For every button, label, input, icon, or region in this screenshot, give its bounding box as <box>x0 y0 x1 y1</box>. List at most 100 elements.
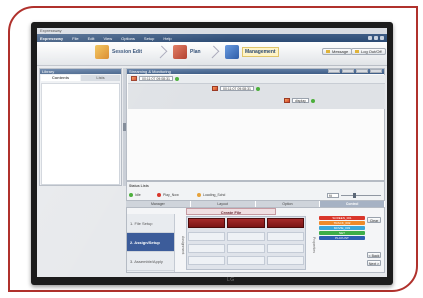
chevron-right-icon <box>206 45 220 59</box>
status-ok-icon <box>255 86 260 91</box>
toolbar-button[interactable] <box>328 69 340 73</box>
wizard-step-assign[interactable]: 2. Assign/Setup <box>127 233 174 252</box>
track-block[interactable] <box>188 218 226 228</box>
status-ok-icon <box>174 76 179 81</box>
step-label: Management <box>242 47 279 57</box>
step-label: Plan <box>190 49 201 55</box>
track-slot[interactable] <box>227 256 265 265</box>
player-icon <box>284 98 290 103</box>
content-chip[interactable]: SCREEN_001 <box>319 216 365 220</box>
player-icon <box>212 86 218 91</box>
empty-track-row <box>187 244 305 253</box>
menu-help[interactable]: Help <box>163 36 171 41</box>
empty-track-row <box>187 256 305 265</box>
track-slot[interactable] <box>266 232 304 241</box>
status-dot-icon <box>157 193 161 197</box>
toolbar-button[interactable] <box>370 69 382 73</box>
step-session-edit[interactable]: Session Edit <box>95 45 142 59</box>
track-block[interactable] <box>227 218 265 228</box>
wizard-step-file-setup[interactable]: 1. File Setup <box>127 214 174 233</box>
status-legend: Status Lists Idle Play_Now Loading_Schd … <box>126 181 385 201</box>
clear-button[interactable]: Clear <box>367 217 381 223</box>
toolbar-button[interactable] <box>342 69 354 73</box>
zoom-control: fit <box>327 193 381 198</box>
step-management[interactable]: Management <box>225 45 279 59</box>
content-chip[interactable]: MOVIE_003 <box>319 226 365 230</box>
logout-button[interactable]: Log Out/Off <box>351 48 386 55</box>
monitor-node[interactable]: 00:11:07 09:08:31 <box>131 76 179 81</box>
player-icon <box>131 76 137 81</box>
monitoring-toolbar <box>328 69 382 74</box>
step-plan[interactable]: Plan <box>173 45 201 59</box>
node-label: display <box>292 98 309 103</box>
logout-label: Log Out/Off <box>361 49 382 54</box>
legend-item: Loading_Schd <box>197 193 225 197</box>
film-reel-icon <box>95 45 109 59</box>
content-list[interactable] <box>41 83 120 185</box>
monitor-node[interactable]: display <box>284 98 315 103</box>
content-chip[interactable]: NET <box>319 231 365 235</box>
properties-label: Properties <box>312 237 316 253</box>
monitor-icon <box>225 45 239 59</box>
legend-title: Status Lists <box>129 184 149 188</box>
monitor-brand-logo: LG <box>227 277 235 283</box>
track-slot[interactable] <box>188 232 226 241</box>
wizard-steps: 1. File Setup 2. Assign/Setup 3. Assembl… <box>127 214 175 272</box>
zoom-select[interactable]: fit <box>327 193 339 198</box>
create-file-header: Create File <box>186 208 276 215</box>
content-chip[interactable]: PLAYLIST <box>319 236 365 240</box>
message-label: Message <box>332 49 349 54</box>
legend-label: Idle <box>135 193 141 197</box>
track-slot[interactable] <box>227 232 265 241</box>
menu-options[interactable]: Options <box>121 36 135 41</box>
node-label: 00:11:07 09:08:31 <box>139 76 173 81</box>
content-chip[interactable]: TRACK_002 <box>319 221 365 225</box>
track-grid[interactable] <box>186 216 306 270</box>
track-block[interactable] <box>266 218 304 228</box>
menu-file[interactable]: File <box>72 36 78 41</box>
zoom-slider[interactable] <box>341 193 381 198</box>
app-brand: Expressway <box>40 35 64 41</box>
calendar-plan-icon <box>173 45 187 59</box>
status-dot-icon <box>129 193 133 197</box>
tab-contents[interactable]: Contents <box>41 75 80 81</box>
back-button[interactable]: < Back <box>367 252 381 258</box>
minimize-icon[interactable] <box>368 36 372 40</box>
maximize-icon[interactable] <box>374 36 378 40</box>
envelope-icon <box>326 50 330 53</box>
menu-view[interactable]: View <box>104 36 113 41</box>
control-panel: 1. File Setup 2. Assign/Setup 3. Assembl… <box>126 207 385 273</box>
monitor-node[interactable]: 00:11:07 09:08:31 <box>212 86 260 91</box>
status-ok-icon <box>310 98 315 103</box>
tab-lists[interactable]: Lists <box>81 75 120 81</box>
toolbar-button[interactable] <box>356 69 368 73</box>
library-tabs: Contents Lists <box>40 74 121 82</box>
track-slot[interactable] <box>266 244 304 253</box>
status-dot-icon <box>197 193 201 197</box>
next-button[interactable]: Next > <box>367 260 381 266</box>
legend-item: Idle <box>129 193 141 197</box>
legend-item: Play_Now <box>157 193 179 197</box>
track-slot[interactable] <box>227 244 265 253</box>
content-chips: SCREEN_001 TRACK_002 MOVIE_003 NET PLAYL… <box>319 216 365 240</box>
track-slot[interactable] <box>188 244 226 253</box>
menu-bar: Expressway File Edit View Options Setup … <box>37 34 387 42</box>
timeline-header: 00:11:07 09:08:31 <box>128 75 385 84</box>
close-icon[interactable] <box>380 36 384 40</box>
menu-setup[interactable]: Setup <box>144 36 154 41</box>
chevron-right-icon <box>154 45 168 59</box>
library-panel: Library Contents Lists <box>39 68 122 186</box>
step-label: Session Edit <box>112 49 143 55</box>
legend-label: Play_Now <box>163 193 179 197</box>
workflow-bar: Session Edit Plan Management Message Log… <box>37 42 387 66</box>
slider-knob[interactable] <box>353 193 356 198</box>
legend-label: Loading_Schd <box>203 193 226 197</box>
wizard-step-assemble[interactable]: 3. Assemble/Apply <box>127 252 174 271</box>
track-slot[interactable] <box>188 256 226 265</box>
menu-edit[interactable]: Edit <box>88 36 95 41</box>
assignment-label: Assignment <box>181 235 185 255</box>
message-button[interactable]: Message <box>322 48 353 55</box>
track-slot[interactable] <box>266 256 304 265</box>
lock-icon <box>355 50 359 53</box>
app-screen: Expressway Expressway File Edit View Opt… <box>37 28 387 277</box>
